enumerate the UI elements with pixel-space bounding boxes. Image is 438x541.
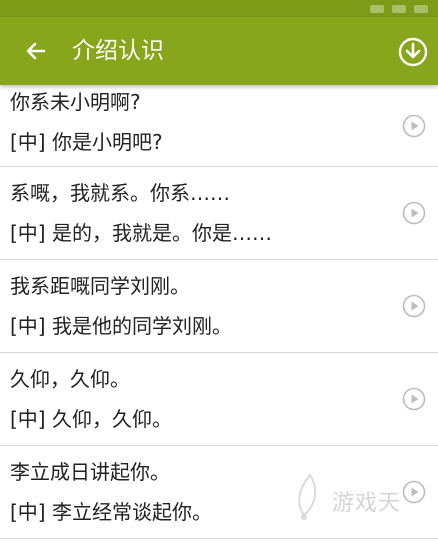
phrase-row[interactable]: 系嘅，我就系。你系…… [中] 是的，我就是。你是…… [0, 167, 438, 260]
phrase-text: 你系未小明啊? [中] 你是小明吧? [10, 82, 378, 162]
arrow-left-icon [26, 42, 46, 60]
phrase-row[interactable]: 我系距嘅同学刘刚。 [中] 我是他的同学刘刚。 [0, 260, 438, 353]
download-button[interactable] [396, 35, 430, 69]
status-icons [370, 0, 428, 17]
status-bar [0, 0, 438, 17]
signal-icon [370, 4, 384, 13]
page-title: 介绍认识 [72, 38, 164, 64]
watermark: 游戏天 [290, 467, 430, 527]
wifi-icon [392, 4, 406, 13]
cantonese-line: 久仰，久仰。 [10, 367, 130, 391]
phrase-row[interactable]: 久仰，久仰。 [中] 久仰，久仰。 [0, 353, 438, 446]
mandarin-line: [中] 我是他的同学刘刚。 [10, 314, 232, 338]
watermark-logo-icon [298, 473, 317, 520]
phrase-text: 我系距嘅同学刘刚。 [中] 我是他的同学刘刚。 [10, 266, 378, 346]
mandarin-line: [中] 久仰，久仰。 [10, 407, 172, 431]
battery-icon [414, 4, 428, 13]
back-button[interactable] [10, 25, 62, 77]
cantonese-line: 你系未小明啊? [10, 90, 141, 114]
phrase-row[interactable]: 你系未小明啊? [中] 你是小明吧? [0, 85, 438, 167]
play-icon[interactable] [402, 387, 426, 411]
cantonese-line: 我系距嘅同学刘刚。 [10, 274, 190, 298]
download-circle-icon [398, 37, 428, 67]
play-icon[interactable] [402, 294, 426, 318]
watermark-text: 游戏天 [332, 491, 402, 516]
mandarin-line: [中] 你是小明吧? [10, 130, 163, 154]
play-icon[interactable] [402, 114, 426, 138]
play-icon[interactable] [402, 201, 426, 225]
app-bar: 介绍认识 [0, 17, 438, 85]
cantonese-line: 系嘅，我就系。你系…… [10, 181, 230, 205]
phrase-text: 系嘅，我就系。你系…… [中] 是的，我就是。你是…… [10, 173, 378, 253]
mandarin-line: [中] 是的，我就是。你是…… [10, 221, 272, 245]
phrase-text: 久仰，久仰。 [中] 久仰，久仰。 [10, 359, 378, 439]
